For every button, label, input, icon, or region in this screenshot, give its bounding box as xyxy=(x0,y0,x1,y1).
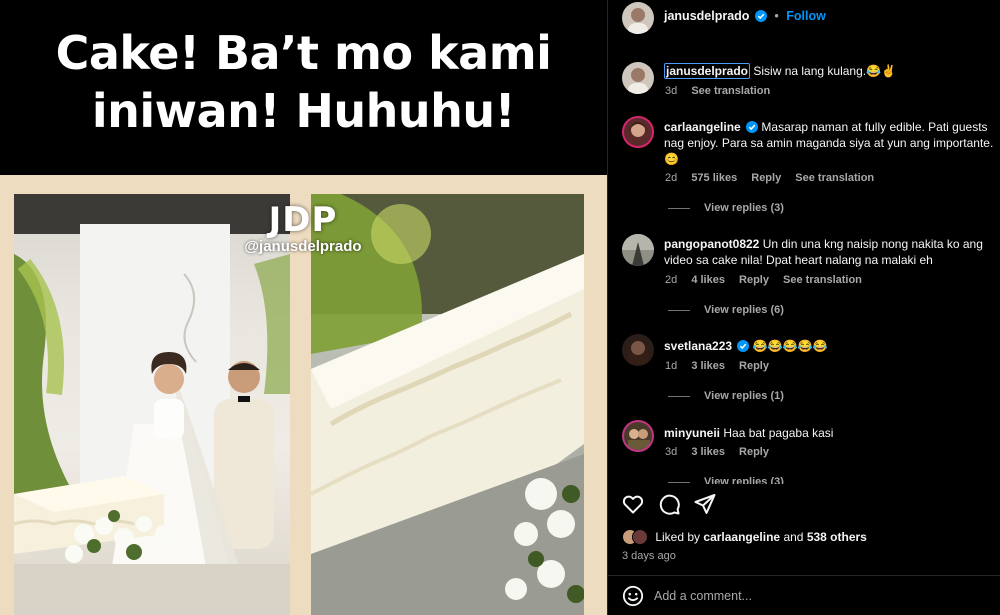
likes-user[interactable]: carlaangeline xyxy=(703,530,780,544)
image-caption-line-2: iniwan! Huhuhu! xyxy=(91,84,516,138)
comment-text: 😂😂😂😂😂 xyxy=(752,339,828,353)
image-caption-band: Cake! Ba’t mo kami iniwan! Huhuhu! xyxy=(0,0,607,175)
post-header-info: janusdelprado • Follow xyxy=(664,9,826,23)
comment-meta: 2d 575 likes Reply See translation xyxy=(665,172,885,184)
replies-divider xyxy=(668,309,690,311)
comment-likes[interactable]: 3 likes xyxy=(691,446,725,458)
view-replies-label: View replies (3) xyxy=(704,202,784,214)
cake-closeup-photo xyxy=(311,194,584,615)
commenter-avatar[interactable] xyxy=(622,234,654,266)
post-header: janusdelprado • Follow xyxy=(608,0,1000,36)
caption-see-translation[interactable]: See translation xyxy=(691,85,770,97)
emoji-icon[interactable] xyxy=(622,585,644,607)
view-replies-button[interactable]: View replies (3) xyxy=(668,202,784,214)
likes-others[interactable]: 538 others xyxy=(807,530,867,544)
commenter-avatar[interactable] xyxy=(622,334,654,366)
comment-see-translation[interactable]: See translation xyxy=(783,274,862,286)
likes-conj: and xyxy=(783,530,804,544)
wedding-photo-left xyxy=(14,194,290,615)
comment-reply-button[interactable]: Reply xyxy=(739,360,769,372)
add-comment-bar xyxy=(608,575,1000,615)
post-date[interactable]: 3 days ago xyxy=(622,550,676,562)
comment-username[interactable]: minyuneii xyxy=(664,426,720,440)
caption-avatar-image xyxy=(628,68,648,94)
comment-meta: 1d 3 likes Reply xyxy=(665,360,780,372)
comment-text: Haa bat pagaba kasi xyxy=(723,426,834,440)
view-replies-label: View replies (1) xyxy=(704,390,784,402)
comment-meta: 3d 3 likes Reply xyxy=(665,446,780,458)
commenter-avatar-image xyxy=(628,340,648,364)
caption-username[interactable]: janusdelprado xyxy=(664,63,751,79)
replies-divider xyxy=(668,395,690,397)
replies-divider xyxy=(668,482,690,483)
commenter-avatar[interactable] xyxy=(622,116,654,148)
replies-divider xyxy=(668,207,690,209)
view-replies-label: View replies (6) xyxy=(704,304,784,316)
comment-text-block: pangopanot0822 Un din una kng naisip non… xyxy=(664,236,994,268)
comment-username[interactable]: svetlana223 xyxy=(664,339,732,353)
comment-time[interactable]: 2d xyxy=(665,172,677,184)
comment-username[interactable]: carlaangeline xyxy=(664,120,741,134)
verified-badge-icon xyxy=(737,340,750,352)
caption-avatar[interactable] xyxy=(622,62,654,94)
verified-badge-icon xyxy=(746,121,759,133)
comment-likes[interactable]: 4 likes xyxy=(691,274,725,286)
comment-reply-button[interactable]: Reply xyxy=(739,274,769,286)
share-icon[interactable] xyxy=(693,492,717,516)
comment-meta: 2d 4 likes Reply See translation xyxy=(665,274,873,286)
jdp-watermark: JDP @janusdelprado xyxy=(228,200,378,255)
comment-text-block: carlaangeline Masarap naman at fully edi… xyxy=(664,119,994,167)
comment-username[interactable]: pangopanot0822 xyxy=(664,237,759,251)
comment-time[interactable]: 1d xyxy=(665,360,677,372)
liker-avatar xyxy=(632,529,648,545)
comment-text-block: svetlana223 😂😂😂😂😂 xyxy=(664,338,994,354)
comment-icon[interactable] xyxy=(657,492,681,516)
add-comment-input[interactable] xyxy=(654,586,984,606)
verified-badge-icon xyxy=(754,10,767,22)
comment-likes[interactable]: 3 likes xyxy=(691,360,725,372)
post-action-bar xyxy=(621,492,717,518)
watermark-handle: @janusdelprado xyxy=(244,238,362,255)
comments-panel: janusdelprado • Follow janusdelprado Sis… xyxy=(607,0,1000,615)
comment-time[interactable]: 2d xyxy=(665,274,677,286)
view-replies-button[interactable]: View replies (3) xyxy=(668,476,784,484)
image-caption-line-1: Cake! Ba’t mo kami xyxy=(55,26,552,80)
header-separator: • xyxy=(774,9,779,23)
comment-see-translation[interactable]: See translation xyxy=(795,172,874,184)
cake-closeup-illustration xyxy=(311,194,584,615)
view-replies-button[interactable]: View replies (6) xyxy=(668,304,784,316)
comment-reply-button[interactable]: Reply xyxy=(739,446,769,458)
watermark-logo: JDP xyxy=(268,200,338,240)
author-avatar[interactable] xyxy=(622,2,654,34)
view-replies-label: View replies (3) xyxy=(704,476,784,484)
comment-text-block: minyuneii Haa bat pagaba kasi xyxy=(664,425,994,441)
author-username[interactable]: janusdelprado xyxy=(664,9,749,23)
heart-icon[interactable] xyxy=(621,492,645,516)
commenter-avatar-image xyxy=(622,234,654,266)
wedding-scene-illustration xyxy=(14,194,290,615)
caption-meta: 3d See translation xyxy=(665,85,781,97)
likes-prefix: Liked by xyxy=(655,530,701,544)
view-replies-button[interactable]: View replies (1) xyxy=(668,390,784,402)
caption-text: Sisiw na lang kulang.😂✌️ xyxy=(753,64,896,78)
author-avatar-image xyxy=(628,8,648,34)
comment-time[interactable]: 3d xyxy=(665,446,677,458)
comment-likes[interactable]: 575 likes xyxy=(691,172,737,184)
post-image[interactable]: Cake! Ba’t mo kami iniwan! Huhuhu! JDP @… xyxy=(0,0,607,615)
caption-text-line: janusdelprado Sisiw na lang kulang.😂✌️ xyxy=(664,63,994,79)
comment-reply-button[interactable]: Reply xyxy=(751,172,781,184)
caption-time[interactable]: 3d xyxy=(665,85,677,97)
liker-avatars xyxy=(622,529,652,545)
follow-button[interactable]: Follow xyxy=(786,9,826,23)
likes-summary: Liked by carlaangeline and 538 others xyxy=(622,529,867,545)
commenter-avatar-image xyxy=(628,429,650,450)
commenter-avatar-image xyxy=(628,122,648,137)
commenter-avatar[interactable] xyxy=(622,420,654,452)
